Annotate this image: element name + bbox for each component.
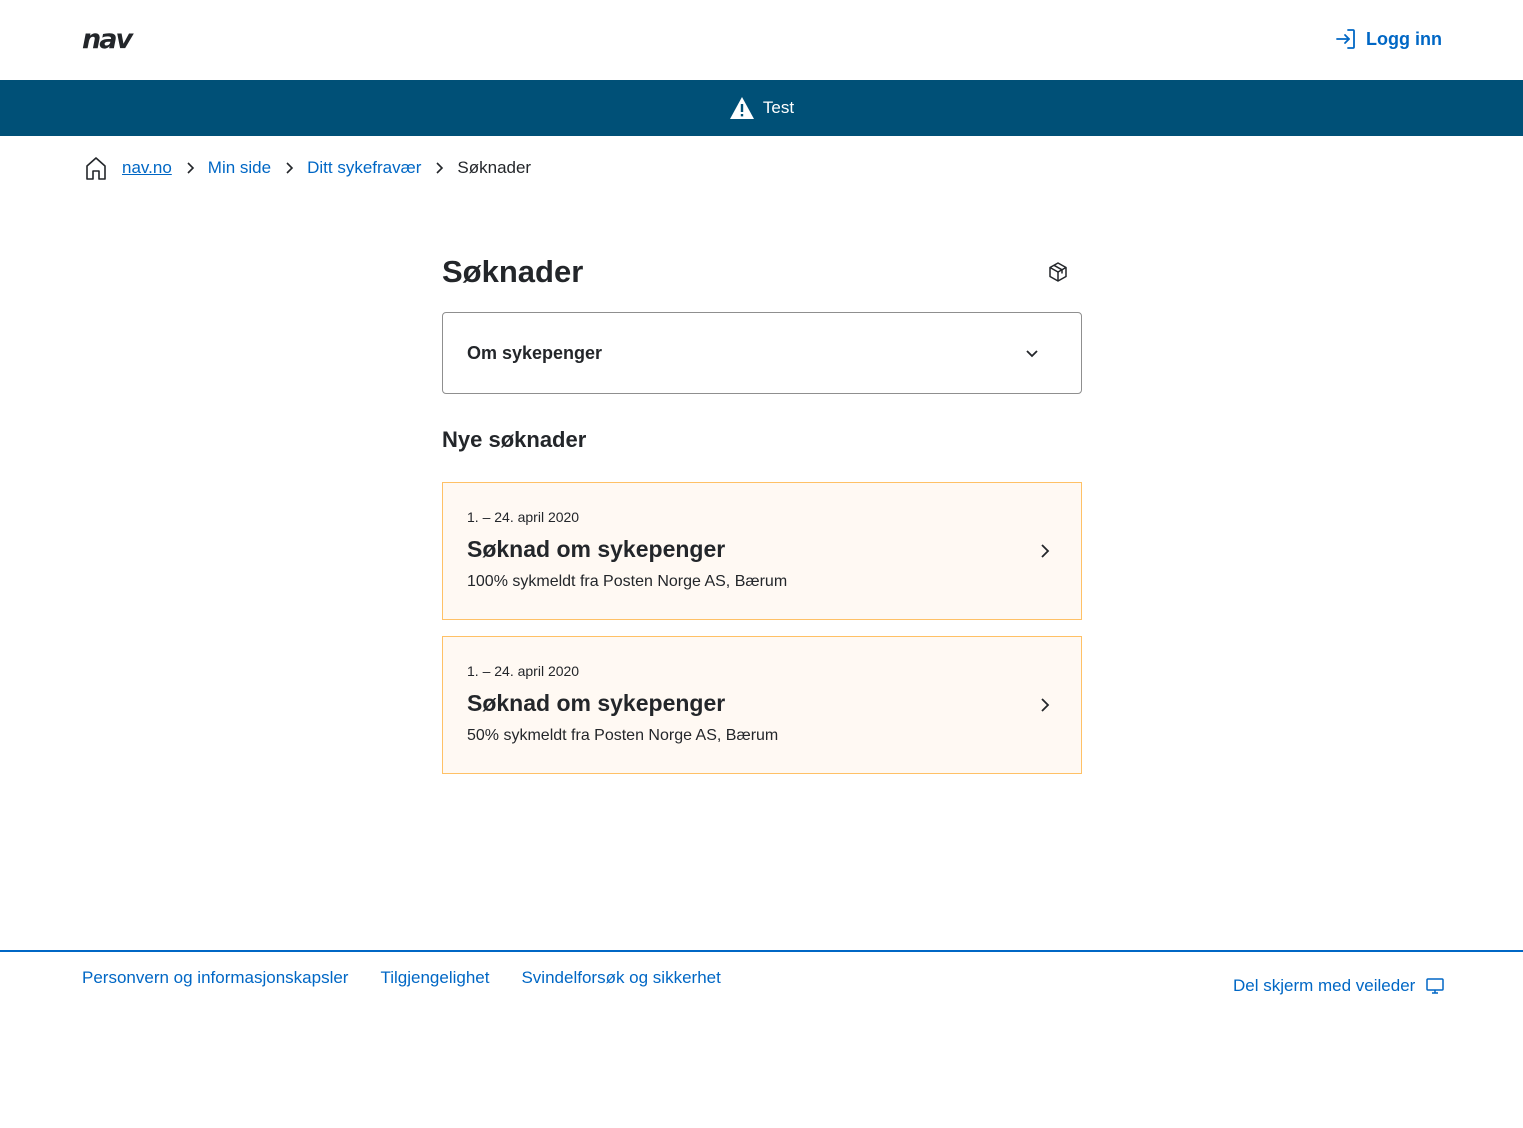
share-screen-label: Del skjerm med veileder [1233,976,1416,995]
breadcrumb-item-navno[interactable]: nav.no [122,158,172,178]
page-title: Søknader [442,254,584,289]
monitor-icon [1426,978,1445,994]
login-icon [1336,29,1355,49]
chevron-right-icon [1041,544,1050,558]
accordion-om-sykepenger[interactable]: Om sykepenger [442,312,1082,394]
share-screen-button[interactable]: Del skjerm med veileder [1233,976,1445,996]
breadcrumb-item-ditt-sykefravaer[interactable]: Ditt sykefravær [307,158,421,178]
chevron-right-icon [286,162,294,174]
card-description: 50% sykmeldt fra Posten Norge AS, Bærum [467,727,779,744]
footer-link-tilgjengelighet[interactable]: Tilgjengelighet [380,968,489,988]
section-heading: Nye søknader [442,427,587,452]
breadcrumb-item-current: Søknader [457,158,532,177]
footer-link-personvern[interactable]: Personvern og informasjonskapsler [82,968,348,988]
site-header: nav Logg inn [0,0,1523,80]
warning-icon [729,97,754,119]
login-button[interactable]: Logg inn [1334,27,1442,51]
application-card[interactable]: 1. – 24. april 2020 Søknad om sykepenger… [442,636,1082,774]
chevron-right-icon [436,162,444,174]
nav-logo[interactable]: nav [82,26,133,54]
card-title: Søknad om sykepenger [467,690,726,716]
application-card[interactable]: 1. – 24. april 2020 Søknad om sykepenger… [442,482,1082,620]
chevron-down-icon [1026,350,1038,358]
footer-links: Personvern og informasjonskapsler Tilgje… [82,968,721,988]
cube-icon[interactable] [1047,261,1069,283]
card-date: 1. – 24. april 2020 [467,663,580,679]
chevron-right-icon [187,162,194,174]
home-icon[interactable] [84,155,108,181]
card-description: 100% sykmeldt fra Posten Norge AS, Bærum [467,573,788,590]
environment-banner: Test [0,80,1523,136]
card-title: Søknad om sykepenger [467,536,726,562]
login-label: Logg inn [1366,28,1442,49]
banner-text: Test [762,98,795,117]
accordion-label: Om sykepenger [467,342,603,363]
chevron-right-icon [1041,698,1050,712]
breadcrumb: nav.no Min side Ditt sykefravær Søknader [84,154,531,182]
card-date: 1. – 24. april 2020 [467,509,580,525]
footer-divider [0,950,1523,952]
footer-link-svindel[interactable]: Svindelforsøk og sikkerhet [521,968,720,988]
breadcrumb-item-min-side[interactable]: Min side [208,158,271,178]
